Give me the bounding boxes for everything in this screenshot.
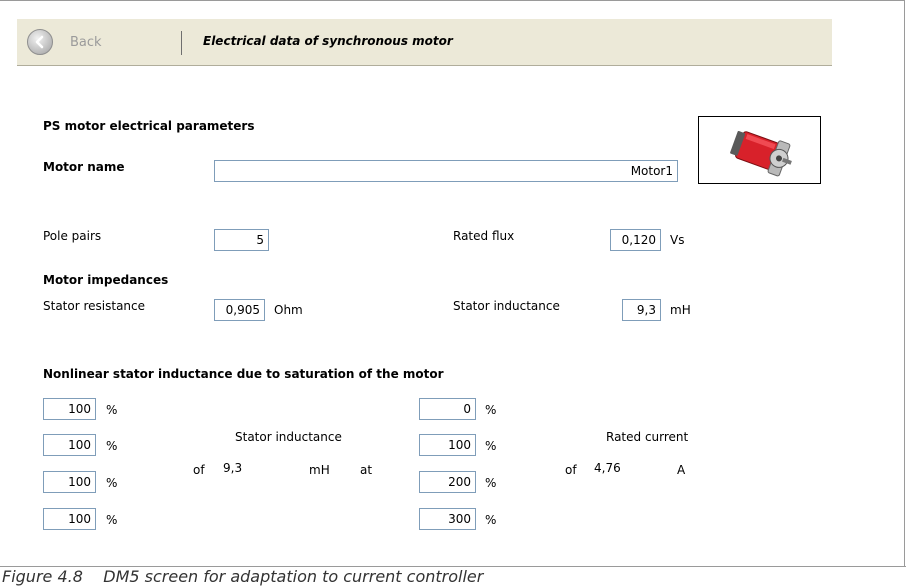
- percent-sign: %: [106, 403, 118, 417]
- figure-caption: Figure 4.8 DM5 screen for adaptation to …: [2, 567, 484, 586]
- motor-name-label: Motor name: [43, 160, 125, 174]
- back-button[interactable]: Back: [27, 27, 102, 57]
- stator-resistance-unit: Ohm: [274, 303, 303, 317]
- percent-sign: %: [485, 403, 497, 417]
- ps-motor-params-heading: PS motor electrical parameters: [43, 119, 255, 133]
- nonlinear-stator-inductance-unit: mH: [309, 463, 330, 477]
- stator-inductance-field[interactable]: 9,3: [622, 299, 661, 321]
- back-label: Back: [70, 34, 102, 50]
- percent-sign: %: [485, 513, 497, 527]
- inductance-percent-field-1[interactable]: 100: [43, 398, 96, 420]
- current-percent-field-3[interactable]: 200: [419, 471, 476, 493]
- toolbar-separator: [181, 31, 182, 55]
- pole-pairs-label: Pole pairs: [43, 229, 102, 243]
- current-percent-field-1[interactable]: 0: [419, 398, 476, 420]
- rated-flux-unit: Vs: [670, 233, 685, 247]
- motor-name-field[interactable]: Motor1: [214, 160, 678, 182]
- stator-inductance-unit: mH: [670, 303, 691, 317]
- back-arrow-icon: [27, 29, 53, 55]
- inductance-percent-field-3[interactable]: 100: [43, 471, 96, 493]
- of-label-current: of: [565, 463, 577, 477]
- current-percent-field-2[interactable]: 100: [419, 434, 476, 456]
- percent-sign: %: [485, 439, 497, 453]
- synchronous-motor-icon: [730, 130, 792, 177]
- stator-resistance-field[interactable]: 0,905: [214, 299, 265, 321]
- stator-inductance-label: Stator inductance: [453, 299, 560, 313]
- percent-sign: %: [106, 476, 118, 490]
- stator-resistance-label: Stator resistance: [43, 299, 146, 313]
- inductance-percent-field-4[interactable]: 100: [43, 508, 96, 530]
- pole-pairs-field[interactable]: 5: [214, 229, 269, 251]
- nonlinear-stator-inductance-label: Stator inductance: [235, 430, 342, 444]
- toolbar: Back Electrical data of synchronous moto…: [17, 19, 832, 66]
- motor-impedances-heading: Motor impedances: [43, 273, 169, 287]
- rated-flux-label: Rated flux: [453, 229, 515, 243]
- nonlinear-heading: Nonlinear stator inductance due to satur…: [43, 367, 444, 381]
- page-title: Electrical data of synchronous motor: [203, 34, 453, 48]
- percent-sign: %: [106, 439, 118, 453]
- nonlinear-stator-inductance-value: 9,3: [223, 461, 243, 475]
- rated-flux-field[interactable]: 0,120: [610, 229, 661, 251]
- motor-image: [698, 116, 821, 184]
- of-label-inductance: of: [193, 463, 205, 477]
- rated-current-value: 4,76: [594, 461, 621, 475]
- rated-current-unit: A: [677, 463, 686, 477]
- at-label: at: [360, 463, 373, 477]
- rated-current-label: Rated current: [606, 430, 689, 444]
- inductance-percent-field-2[interactable]: 100: [43, 434, 96, 456]
- current-percent-field-4[interactable]: 300: [419, 508, 476, 530]
- percent-sign: %: [485, 476, 497, 490]
- percent-sign: %: [106, 513, 118, 527]
